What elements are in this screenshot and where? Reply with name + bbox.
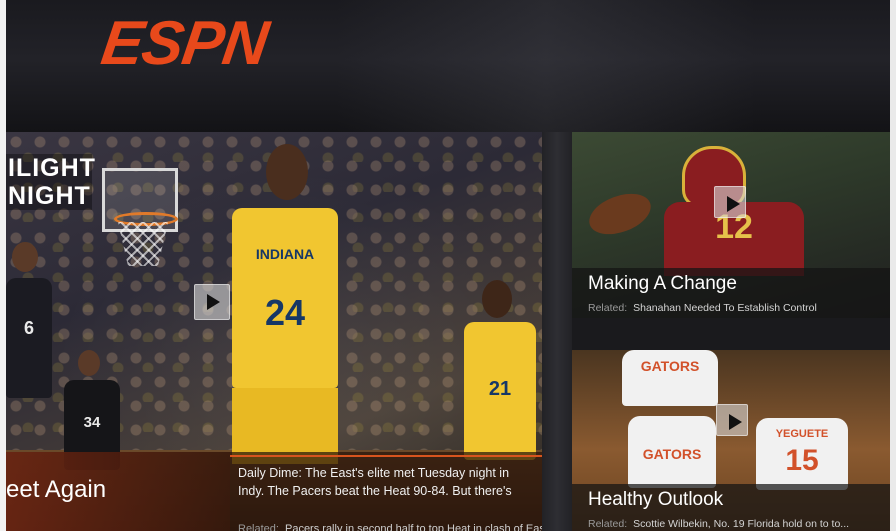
hero-description[interactable]: Daily Dime: The East's elite met Tuesday… [238,464,530,500]
player-head [266,144,308,200]
related-text: Scottie Wilbekin, No. 19 Florida hold on… [633,518,850,530]
related-label: Related: [588,302,628,314]
player-head [78,350,100,376]
related-label: Related: [588,518,628,530]
tile-related-link[interactable]: Related: Scottie Wilbekin, No. 19 Florida… [588,518,888,530]
top-bar: ESPN [6,0,896,132]
tile-gap [542,132,572,531]
hero-overlay-text: ILIGHT NIGHT [6,154,96,210]
tile-caption: Healthy Outlook Related: Scottie Wilbekin… [572,484,890,531]
player-head [482,280,512,318]
related-text: Pacers rally in second half to top Heat … [284,523,542,531]
hero-description-rule [230,455,542,457]
play-icon[interactable] [714,186,746,218]
player-head [12,242,38,272]
player-indiana-right: 21 [452,280,542,460]
player-jersey: 21 [464,322,536,460]
hero-related-link[interactable]: Related: Pacers rally in second half to t… [238,522,542,531]
jersey-number: 34 [83,414,101,431]
hero-title[interactable]: eet Again [6,464,230,516]
player-miami-left: 6 [6,242,66,472]
tile-caption: Making A Change Related: Shanahan Needed … [572,268,890,318]
jersey-number: 21 [488,378,512,400]
tile-related-link[interactable]: Related: Shanahan Needed To Establish Con… [588,302,888,314]
tile-title[interactable]: Healthy Outlook [588,489,723,511]
player-jersey: 6 [6,278,52,398]
right-frame-edge [890,0,896,531]
player-jersey: INDIANA 24 [232,208,338,388]
tile-gap [572,318,890,350]
story-tile-healthy-outlook[interactable]: GATORS GATORS YEGUETE 15 Healthy Outlook… [572,350,890,531]
espn-logo[interactable]: ESPN [97,9,272,78]
play-icon[interactable] [194,284,230,320]
tile-title[interactable]: Making A Change [588,273,737,295]
player-jersey: YEGUETE 15 [756,418,848,490]
jersey-number: 15 [785,444,819,477]
player-jersey: GATORS [628,416,716,488]
jersey-number: 6 [23,318,34,338]
story-tile-making-a-change[interactable]: 12 Making A Change Related: Shanahan Need… [572,132,890,318]
hero-caption: eet Again Daily Dime: The East's elite m… [6,452,542,531]
jersey-text: INDIANA [255,246,315,262]
jersey-text: YEGUETE [775,428,829,440]
football [583,186,657,242]
hero-story-tile[interactable]: ILIGHT NIGHT 6 34 INDIANA 24 21 eet Agai… [6,132,542,531]
jersey-number: 24 [264,292,306,333]
related-label: Related: [238,523,279,531]
related-text: Shanahan Needed To Establish Control [633,302,817,314]
play-icon[interactable] [716,404,748,436]
player-jersey: GATORS [622,350,718,406]
jersey-text: GATORS [640,358,700,374]
jersey-text: GATORS [642,446,702,462]
top-bar-glare [336,0,756,132]
